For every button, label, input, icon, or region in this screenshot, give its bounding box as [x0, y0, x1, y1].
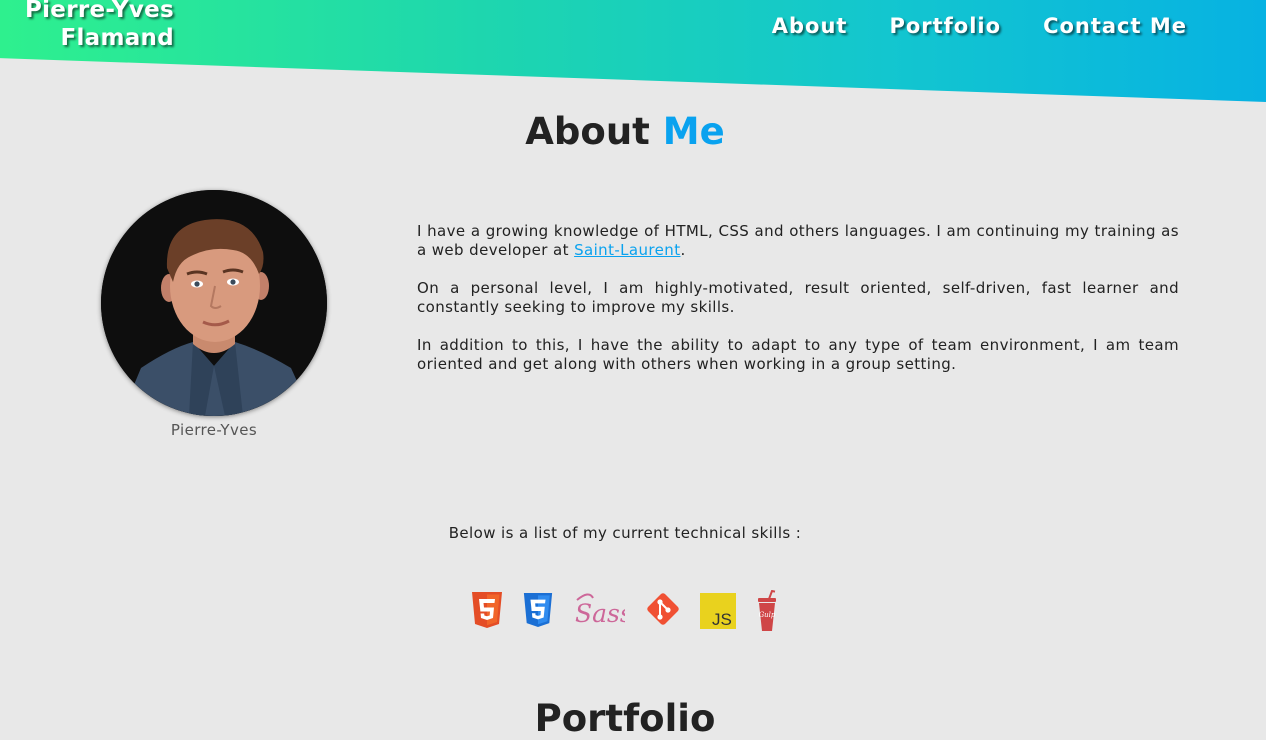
about-heading-word: About — [525, 110, 650, 153]
bio-paragraph-3: In addition to this, I have the ability … — [417, 336, 1179, 373]
js-icon-text: JS — [712, 610, 732, 629]
bio-p1-text: I have a growing knowledge of HTML, CSS … — [417, 222, 1179, 259]
html5-icon — [470, 590, 504, 630]
photo-caption: Pierre-Yves — [170, 421, 258, 439]
git-icon — [644, 590, 682, 630]
profile-portrait-image — [101, 190, 327, 416]
sass-icon-text: Sass — [575, 599, 625, 628]
javascript-icon: JS — [700, 593, 736, 629]
bio-paragraph-2: On a personal level, I am highly-motivat… — [417, 279, 1179, 316]
portfolio-heading: Portfolio — [534, 697, 716, 740]
bio-paragraph-1: I have a growing knowledge of HTML, CSS … — [417, 222, 1179, 260]
site-brand[interactable]: Pierre-Yves Flamand — [20, 0, 174, 52]
profile-photo — [101, 190, 327, 416]
brand-first-name: Pierre-Yves — [24, 0, 174, 23]
bio-text: I have a growing knowledge of HTML, CSS … — [417, 222, 1179, 393]
brand-last-name: Flamand — [60, 25, 174, 51]
saint-laurent-link[interactable]: Saint-Laurent — [574, 241, 680, 259]
nav-about[interactable]: About — [772, 12, 848, 40]
css3-icon — [522, 590, 554, 630]
about-heading: About Me — [0, 110, 1250, 153]
bio-p1-end: . — [680, 241, 686, 259]
sass-icon: Sass — [573, 590, 625, 632]
about-heading-accent: Me — [662, 110, 725, 153]
skills-intro: Below is a list of my current technical … — [448, 524, 802, 542]
main-nav: About Portfolio Contact Me — [772, 12, 1187, 40]
nav-portfolio[interactable]: Portfolio — [889, 12, 1001, 40]
gulp-icon: Gulp — [756, 590, 778, 634]
gulp-icon-text: Gulp — [759, 611, 776, 619]
nav-contact-me[interactable]: Contact Me — [1043, 12, 1187, 40]
